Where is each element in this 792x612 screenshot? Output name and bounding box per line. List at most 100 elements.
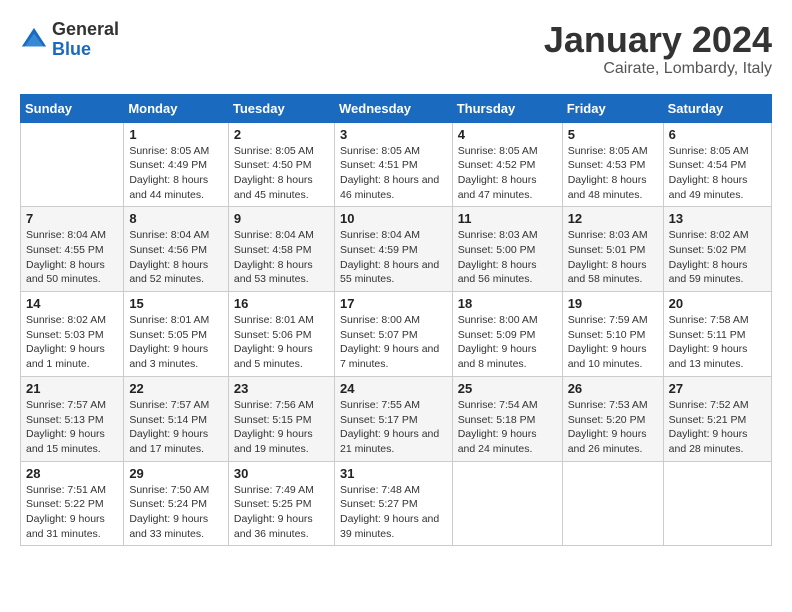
day-info: Sunrise: 8:04 AMSunset: 4:58 PMDaylight:…: [234, 228, 329, 287]
logo: General Blue: [20, 20, 119, 60]
day-info: Sunrise: 8:05 AMSunset: 4:51 PMDaylight:…: [340, 144, 447, 203]
day-number: 26: [568, 381, 658, 396]
calendar-cell: 3 Sunrise: 8:05 AMSunset: 4:51 PMDaylight…: [334, 122, 452, 207]
calendar-cell: [663, 461, 771, 546]
day-info: Sunrise: 7:50 AMSunset: 5:24 PMDaylight:…: [129, 483, 223, 542]
day-number: 19: [568, 296, 658, 311]
day-number: 25: [458, 381, 557, 396]
day-number: 12: [568, 211, 658, 226]
day-info: Sunrise: 8:05 AMSunset: 4:49 PMDaylight:…: [129, 144, 223, 203]
calendar-cell: 22 Sunrise: 7:57 AMSunset: 5:14 PMDayligh…: [124, 376, 229, 461]
day-number: 17: [340, 296, 447, 311]
day-info: Sunrise: 7:54 AMSunset: 5:18 PMDaylight:…: [458, 398, 557, 457]
day-number: 27: [669, 381, 766, 396]
calendar-cell: 7 Sunrise: 8:04 AMSunset: 4:55 PMDaylight…: [21, 207, 124, 292]
day-info: Sunrise: 8:05 AMSunset: 4:52 PMDaylight:…: [458, 144, 557, 203]
calendar-cell: 12 Sunrise: 8:03 AMSunset: 5:01 PMDayligh…: [562, 207, 663, 292]
calendar-table: Sunday Monday Tuesday Wednesday Thursday…: [20, 94, 772, 547]
logo-text: General Blue: [52, 20, 119, 60]
day-info: Sunrise: 7:51 AMSunset: 5:22 PMDaylight:…: [26, 483, 118, 542]
day-number: 22: [129, 381, 223, 396]
header-row: Sunday Monday Tuesday Wednesday Thursday…: [21, 94, 772, 122]
header-wednesday: Wednesday: [334, 94, 452, 122]
header-friday: Friday: [562, 94, 663, 122]
calendar-cell: 2 Sunrise: 8:05 AMSunset: 4:50 PMDaylight…: [228, 122, 334, 207]
day-number: 29: [129, 466, 223, 481]
header-sunday: Sunday: [21, 94, 124, 122]
day-info: Sunrise: 8:02 AMSunset: 5:03 PMDaylight:…: [26, 313, 118, 372]
day-number: 16: [234, 296, 329, 311]
calendar-week-3: 14 Sunrise: 8:02 AMSunset: 5:03 PMDayligh…: [21, 292, 772, 377]
day-number: 31: [340, 466, 447, 481]
calendar-cell: 1Sunrise: 8:05 AMSunset: 4:49 PMDaylight…: [124, 122, 229, 207]
day-info: Sunrise: 8:05 AMSunset: 4:50 PMDaylight:…: [234, 144, 329, 203]
calendar-cell: 29 Sunrise: 7:50 AMSunset: 5:24 PMDayligh…: [124, 461, 229, 546]
calendar-week-4: 21 Sunrise: 7:57 AMSunset: 5:13 PMDayligh…: [21, 376, 772, 461]
header: General Blue January 2024 Cairate, Lomba…: [20, 20, 772, 78]
day-number: 13: [669, 211, 766, 226]
calendar-cell: 5Sunrise: 8:05 AMSunset: 4:53 PMDaylight…: [562, 122, 663, 207]
header-thursday: Thursday: [452, 94, 562, 122]
day-number: 18: [458, 296, 557, 311]
day-info: Sunrise: 7:56 AMSunset: 5:15 PMDaylight:…: [234, 398, 329, 457]
calendar-cell: 28 Sunrise: 7:51 AMSunset: 5:22 PMDayligh…: [21, 461, 124, 546]
calendar-cell: 18 Sunrise: 8:00 AMSunset: 5:09 PMDayligh…: [452, 292, 562, 377]
day-number: 9: [234, 211, 329, 226]
day-number: 14: [26, 296, 118, 311]
calendar-cell: 13 Sunrise: 8:02 AMSunset: 5:02 PMDayligh…: [663, 207, 771, 292]
day-info: Sunrise: 7:57 AMSunset: 5:13 PMDaylight:…: [26, 398, 118, 457]
day-info: Sunrise: 8:00 AMSunset: 5:07 PMDaylight:…: [340, 313, 447, 372]
day-info: Sunrise: 8:03 AMSunset: 5:01 PMDaylight:…: [568, 228, 658, 287]
month-title: January 2024: [544, 20, 772, 60]
day-info: Sunrise: 7:48 AMSunset: 5:27 PMDaylight:…: [340, 483, 447, 542]
day-number: 30: [234, 466, 329, 481]
calendar-cell: 11Sunrise: 8:03 AMSunset: 5:00 PMDayligh…: [452, 207, 562, 292]
header-saturday: Saturday: [663, 94, 771, 122]
day-number: 3: [340, 127, 447, 142]
calendar-cell: 26Sunrise: 7:53 AMSunset: 5:20 PMDayligh…: [562, 376, 663, 461]
calendar-week-1: 1Sunrise: 8:05 AMSunset: 4:49 PMDaylight…: [21, 122, 772, 207]
day-number: 21: [26, 381, 118, 396]
day-number: 15: [129, 296, 223, 311]
calendar-cell: 21 Sunrise: 7:57 AMSunset: 5:13 PMDayligh…: [21, 376, 124, 461]
calendar-cell: 15Sunrise: 8:01 AMSunset: 5:05 PMDayligh…: [124, 292, 229, 377]
calendar-cell: 6Sunrise: 8:05 AMSunset: 4:54 PMDaylight…: [663, 122, 771, 207]
calendar-cell: [562, 461, 663, 546]
header-tuesday: Tuesday: [228, 94, 334, 122]
header-monday: Monday: [124, 94, 229, 122]
day-info: Sunrise: 7:59 AMSunset: 5:10 PMDaylight:…: [568, 313, 658, 372]
calendar-cell: 4 Sunrise: 8:05 AMSunset: 4:52 PMDaylight…: [452, 122, 562, 207]
calendar-cell: 16Sunrise: 8:01 AMSunset: 5:06 PMDayligh…: [228, 292, 334, 377]
day-info: Sunrise: 8:04 AMSunset: 4:59 PMDaylight:…: [340, 228, 447, 287]
calendar-body: 1Sunrise: 8:05 AMSunset: 4:49 PMDaylight…: [21, 122, 772, 546]
day-info: Sunrise: 8:02 AMSunset: 5:02 PMDaylight:…: [669, 228, 766, 287]
calendar-header: Sunday Monday Tuesday Wednesday Thursday…: [21, 94, 772, 122]
calendar-cell: 30Sunrise: 7:49 AMSunset: 5:25 PMDayligh…: [228, 461, 334, 546]
day-info: Sunrise: 7:52 AMSunset: 5:21 PMDaylight:…: [669, 398, 766, 457]
calendar-cell: 23 Sunrise: 7:56 AMSunset: 5:15 PMDayligh…: [228, 376, 334, 461]
day-number: 8: [129, 211, 223, 226]
calendar-cell: 10Sunrise: 8:04 AMSunset: 4:59 PMDayligh…: [334, 207, 452, 292]
day-info: Sunrise: 8:00 AMSunset: 5:09 PMDaylight:…: [458, 313, 557, 372]
day-number: 5: [568, 127, 658, 142]
day-number: 20: [669, 296, 766, 311]
calendar-cell: [452, 461, 562, 546]
day-info: Sunrise: 8:04 AMSunset: 4:55 PMDaylight:…: [26, 228, 118, 287]
logo-icon: [20, 26, 48, 54]
calendar-cell: 9 Sunrise: 8:04 AMSunset: 4:58 PMDaylight…: [228, 207, 334, 292]
day-number: 28: [26, 466, 118, 481]
calendar-cell: 31 Sunrise: 7:48 AMSunset: 5:27 PMDayligh…: [334, 461, 452, 546]
day-number: 24: [340, 381, 447, 396]
calendar-week-2: 7 Sunrise: 8:04 AMSunset: 4:55 PMDaylight…: [21, 207, 772, 292]
day-number: 2: [234, 127, 329, 142]
day-info: Sunrise: 7:58 AMSunset: 5:11 PMDaylight:…: [669, 313, 766, 372]
calendar-cell: 19 Sunrise: 7:59 AMSunset: 5:10 PMDayligh…: [562, 292, 663, 377]
day-number: 7: [26, 211, 118, 226]
title-section: January 2024 Cairate, Lombardy, Italy: [544, 20, 772, 78]
day-number: 23: [234, 381, 329, 396]
day-number: 4: [458, 127, 557, 142]
calendar-cell: [21, 122, 124, 207]
calendar-cell: 24Sunrise: 7:55 AMSunset: 5:17 PMDayligh…: [334, 376, 452, 461]
calendar-week-5: 28 Sunrise: 7:51 AMSunset: 5:22 PMDayligh…: [21, 461, 772, 546]
day-info: Sunrise: 7:57 AMSunset: 5:14 PMDaylight:…: [129, 398, 223, 457]
